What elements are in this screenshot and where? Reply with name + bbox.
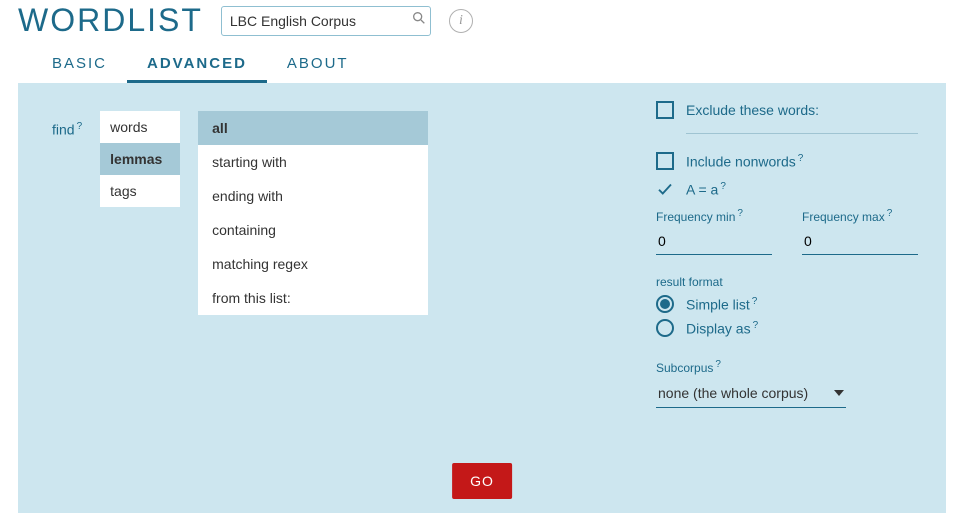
options-panel: Exclude these words: Include nonwords? A… (656, 101, 918, 408)
tab-about[interactable]: ABOUT (267, 47, 369, 83)
filter-starting[interactable]: starting with (198, 145, 428, 179)
subcorpus-value: none (the whole corpus) (658, 385, 808, 401)
display-as-label: Display as? (686, 320, 758, 337)
help-icon[interactable]: ? (737, 208, 743, 219)
filter-all[interactable]: all (198, 111, 428, 145)
help-icon[interactable]: ? (887, 208, 893, 219)
display-as-radio[interactable] (656, 319, 674, 337)
help-icon[interactable]: ? (715, 359, 721, 370)
freq-min-label: Frequency min? (656, 208, 772, 224)
help-icon[interactable]: ? (77, 121, 83, 132)
search-icon[interactable] (411, 10, 427, 31)
filter-regex[interactable]: matching regex (198, 247, 428, 281)
unit-words[interactable]: words (100, 111, 180, 143)
simple-list-radio[interactable] (656, 295, 674, 313)
help-icon[interactable]: ? (720, 181, 726, 192)
exclude-checkbox[interactable] (656, 101, 674, 119)
filter-fromlist[interactable]: from this list: (198, 281, 428, 315)
freq-min-input[interactable] (656, 228, 772, 255)
help-icon[interactable]: ? (752, 296, 758, 307)
nonwords-checkbox[interactable] (656, 152, 674, 170)
tab-advanced[interactable]: ADVANCED (127, 47, 267, 83)
subcorpus-select[interactable]: none (the whole corpus) (656, 379, 846, 408)
result-format-label: result format (656, 275, 918, 289)
main-panel: find? words lemmas tags all starting wit… (18, 83, 946, 513)
filter-list: all starting with ending with containing… (198, 111, 428, 315)
freq-max-label: Frequency max? (802, 208, 918, 224)
filter-containing[interactable]: containing (198, 213, 428, 247)
case-checkbox[interactable] (656, 180, 674, 198)
go-button[interactable]: GO (452, 463, 512, 499)
info-icon[interactable]: i (449, 9, 473, 33)
unit-lemmas[interactable]: lemmas (100, 143, 180, 175)
tab-bar: BASIC ADVANCED ABOUT (0, 39, 964, 83)
page-title: WORDLIST (18, 2, 203, 39)
tab-basic[interactable]: BASIC (32, 47, 127, 83)
simple-list-label: Simple list? (686, 296, 757, 313)
corpus-input[interactable] (230, 13, 411, 29)
filter-ending[interactable]: ending with (198, 179, 428, 213)
chevron-down-icon (834, 390, 844, 396)
help-icon[interactable]: ? (753, 320, 759, 331)
corpus-selector[interactable] (221, 6, 431, 36)
find-label: find? (52, 111, 82, 138)
freq-max-input[interactable] (802, 228, 918, 255)
nonwords-label: Include nonwords? (686, 153, 803, 170)
divider (686, 133, 918, 134)
subcorpus-label: Subcorpus? (656, 359, 918, 375)
exclude-label: Exclude these words: (686, 102, 819, 118)
unit-list: words lemmas tags (100, 111, 180, 207)
case-label: A = a? (686, 181, 726, 198)
unit-tags[interactable]: tags (100, 175, 180, 207)
help-icon[interactable]: ? (798, 153, 804, 164)
